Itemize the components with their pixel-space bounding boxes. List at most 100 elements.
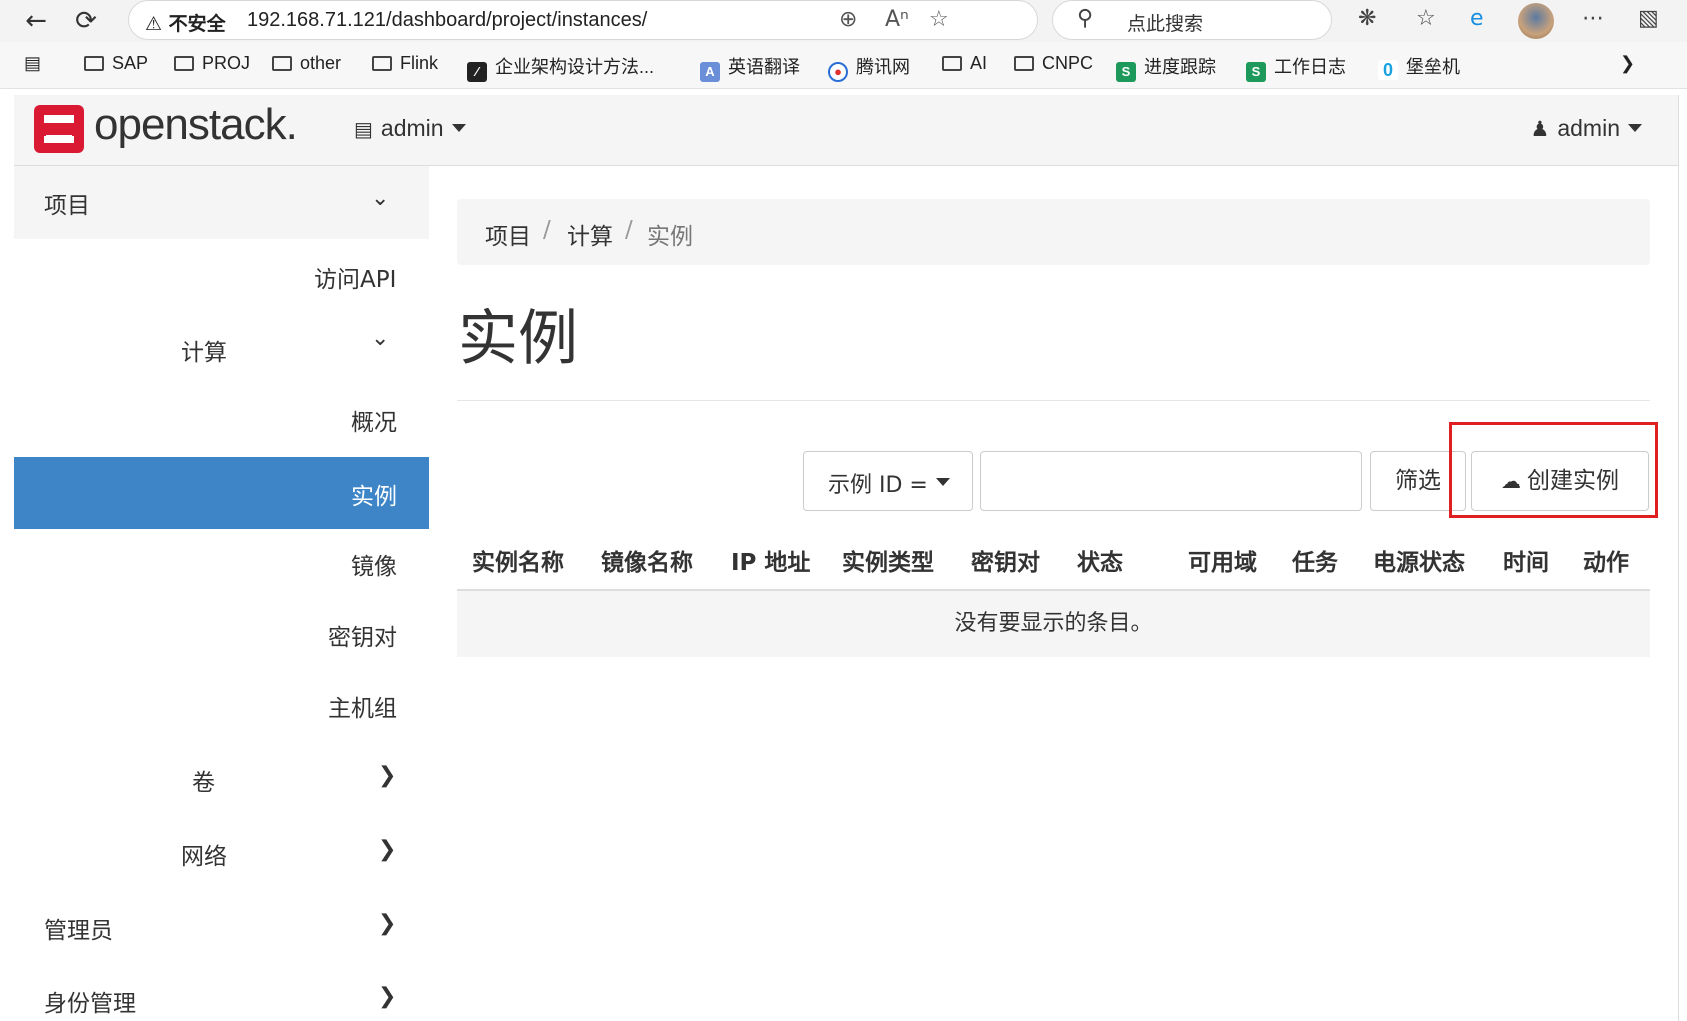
chevron-right-icon[interactable]: ❯ xyxy=(378,837,396,862)
filter-field-dropdown[interactable]: 示例 ID = xyxy=(803,451,973,511)
bookmark-label: other xyxy=(300,53,342,73)
edge-icon[interactable]: e xyxy=(1470,6,1484,31)
project-selector[interactable]: ▤ admin xyxy=(354,115,466,142)
sidebar-item-images[interactable]: 镜像 xyxy=(351,547,397,581)
bookmark-architecture[interactable]: ∕ 企业架构设计方法... xyxy=(467,53,654,82)
bookmark-label: 工作日志 xyxy=(1274,57,1346,77)
bookmark-label: 腾讯网 xyxy=(856,57,910,77)
bastion-icon: 0 xyxy=(1378,60,1398,80)
column-header-status[interactable]: 状态 xyxy=(1077,543,1123,577)
search-icon: ⚲ xyxy=(1077,6,1094,31)
empty-message: 没有要显示的条目。 xyxy=(954,611,1153,636)
chevron-down-icon[interactable]: ⌄ xyxy=(371,326,389,351)
column-header-actions: 动作 xyxy=(1583,550,1629,576)
sidebar-item-volumes[interactable]: 卷 xyxy=(192,763,215,797)
chevron-right-icon[interactable]: ❯ xyxy=(378,984,396,1009)
bookmark-ai[interactable]: AI xyxy=(942,53,987,74)
bookmark-cnpc[interactable]: CNPC xyxy=(1014,53,1093,74)
openstack-header: openstack. ▤ admin ♟ admin xyxy=(14,95,1678,166)
translate-icon: A xyxy=(700,62,720,82)
caret-down-icon xyxy=(1628,124,1642,132)
extensions-icon[interactable]: ❋ xyxy=(1358,6,1376,31)
column-header-availability-zone[interactable]: 可用域 xyxy=(1188,543,1257,577)
list-icon: ▤ xyxy=(354,119,373,141)
user-menu[interactable]: ♟ admin xyxy=(1531,115,1642,142)
sidebar-toggle-icon[interactable]: ▧ xyxy=(1638,6,1659,31)
sheet-icon: S xyxy=(1246,62,1266,82)
folder-icon xyxy=(174,56,194,71)
column-header-ip[interactable]: IP 地址 xyxy=(731,543,810,577)
sidebar-item-server-groups[interactable]: 主机组 xyxy=(328,689,397,723)
bookmark-label: 英语翻译 xyxy=(728,57,800,77)
sidebar-item-key-pairs[interactable]: 密钥对 xyxy=(328,618,397,652)
breadcrumb: 项目 / 计算 / 实例 xyxy=(457,199,1650,265)
project-selector-label: admin xyxy=(380,115,444,141)
bookmark-label: PROJ xyxy=(202,53,251,73)
bookmark-label: SAP xyxy=(112,53,149,73)
chevron-right-icon[interactable]: ❯ xyxy=(378,911,396,936)
browser-search-text: 点此搜索 xyxy=(1127,13,1204,35)
more-icon[interactable]: ⋯ xyxy=(1582,6,1604,31)
column-header-image[interactable]: 镜像名称 xyxy=(601,543,693,577)
table-empty-row: 没有要显示的条目。 xyxy=(457,591,1650,657)
logo-wordmark[interactable]: openstack. xyxy=(94,100,298,150)
divider xyxy=(457,400,1650,401)
highlight-box xyxy=(1449,422,1658,518)
filter-input[interactable] xyxy=(980,451,1362,511)
bookmark-other[interactable]: other xyxy=(272,53,341,74)
openstack-logo-icon[interactable] xyxy=(34,105,84,153)
tencent-icon: ● xyxy=(828,62,848,82)
folder-icon xyxy=(372,56,392,71)
favorites-icon[interactable]: ☆ xyxy=(1416,6,1436,31)
folder-icon xyxy=(84,56,104,71)
browser-toolbar: ← ⟳ ⚠ 不安全 192.168.71.121/dashboard/proje… xyxy=(0,0,1687,42)
bookmark-worklog[interactable]: S 工作日志 xyxy=(1246,53,1346,82)
column-header-name[interactable]: 实例名称 xyxy=(472,543,564,577)
sidebar-item-compute[interactable]: 计算 xyxy=(181,333,227,367)
bookmark-tencent[interactable]: ● 腾讯网 xyxy=(828,53,910,82)
column-header-keypair[interactable]: 密钥对 xyxy=(971,543,1040,577)
back-icon[interactable]: ← xyxy=(20,6,52,36)
bookmark-progress[interactable]: S 进度跟踪 xyxy=(1116,53,1216,82)
sidebar-item-instances[interactable]: 实例 xyxy=(14,457,429,529)
browser-search-box[interactable]: ⚲ 点此搜索 xyxy=(1052,0,1332,40)
sidebar-item-api-access[interactable]: 访问API xyxy=(314,260,396,294)
column-header-task[interactable]: 任务 xyxy=(1292,543,1338,577)
refresh-icon[interactable]: ⟳ xyxy=(70,6,102,36)
breadcrumb-separator: / xyxy=(625,217,633,243)
avatar[interactable] xyxy=(1518,3,1554,39)
sidebar-item-project[interactable]: 项目 ⌄ xyxy=(14,166,429,239)
url-text[interactable]: 192.168.71.121/dashboard/project/instanc… xyxy=(247,9,647,32)
column-header-power-state[interactable]: 电源状态 xyxy=(1373,543,1465,577)
folder-icon xyxy=(942,56,962,71)
favorite-star-icon[interactable]: ☆ xyxy=(929,7,949,32)
bookmark-sap[interactable]: SAP xyxy=(84,53,148,74)
column-header-time[interactable]: 时间 xyxy=(1503,543,1549,577)
chevron-down-icon: ⌄ xyxy=(371,186,390,211)
sidebar-item-network[interactable]: 网络 xyxy=(181,837,227,871)
caret-down-icon xyxy=(451,124,466,132)
reading-list-icon[interactable]: ▤ xyxy=(24,53,41,74)
bookmark-flink[interactable]: Flink xyxy=(372,53,438,74)
sidebar-item-admin[interactable]: 管理员 xyxy=(44,911,113,945)
breadcrumb-project[interactable]: 项目 xyxy=(485,217,531,251)
bookmark-proj[interactable]: PROJ xyxy=(174,53,250,74)
bookmark-label: AI xyxy=(970,53,988,73)
sidebar-item-overview[interactable]: 概况 xyxy=(351,403,397,437)
security-label: 不安全 xyxy=(168,13,226,35)
bookmark-bastion[interactable]: 0 堡垒机 xyxy=(1378,53,1460,80)
sidebar-item-label: 项目 xyxy=(44,193,90,219)
read-aloud-icon[interactable]: Aⁿ xyxy=(885,7,909,32)
breadcrumb-compute[interactable]: 计算 xyxy=(567,217,613,251)
column-header-flavor[interactable]: 实例类型 xyxy=(842,543,934,577)
chevron-right-icon[interactable]: ❯ xyxy=(378,763,396,788)
zoom-icon[interactable]: ⊕ xyxy=(839,7,857,32)
sidebar-item-identity[interactable]: 身份管理 xyxy=(44,984,136,1018)
security-warning[interactable]: ⚠ 不安全 xyxy=(145,9,226,36)
user-menu-label: admin xyxy=(1557,115,1620,141)
sidebar: 项目 ⌄ 访问API 计算 ⌄ 概况 实例 镜像 密钥对 主机组 卷 ❯ 网络 … xyxy=(14,166,429,1021)
chevron-right-icon[interactable]: ❯ xyxy=(1620,53,1635,74)
bookmark-label: 进度跟踪 xyxy=(1144,57,1216,77)
address-bar[interactable]: ⚠ 不安全 192.168.71.121/dashboard/project/i… xyxy=(128,0,1038,40)
bookmark-translate[interactable]: A 英语翻译 xyxy=(700,53,800,82)
